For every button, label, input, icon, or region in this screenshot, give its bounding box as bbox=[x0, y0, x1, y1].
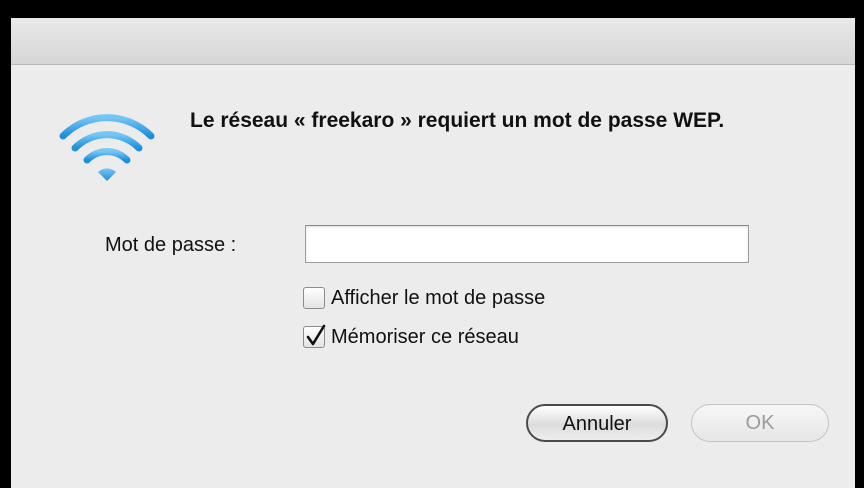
remember-network-label: Mémoriser ce réseau bbox=[331, 325, 519, 348]
ok-button[interactable]: OK bbox=[691, 404, 829, 442]
remember-network-checkbox[interactable] bbox=[303, 324, 326, 348]
remember-network-checkbox-row[interactable]: Mémoriser ce réseau bbox=[303, 323, 519, 351]
show-password-checkbox[interactable] bbox=[303, 287, 325, 309]
wifi-password-dialog: Le réseau « freekaro » requiert un mot d… bbox=[11, 18, 855, 488]
show-password-label: Afficher le mot de passe bbox=[331, 286, 546, 309]
dialog-message: Le réseau « freekaro » requiert un mot d… bbox=[190, 109, 725, 132]
cancel-button[interactable]: Annuler bbox=[526, 404, 668, 442]
wifi-icon bbox=[59, 114, 155, 181]
password-label: Mot de passe : bbox=[105, 234, 237, 256]
screen-frame: Le réseau « freekaro » requiert un mot d… bbox=[0, 0, 864, 488]
password-input[interactable] bbox=[305, 225, 749, 263]
window-titlebar[interactable] bbox=[11, 18, 855, 65]
show-password-checkbox-row[interactable]: Afficher le mot de passe bbox=[303, 284, 545, 312]
checkmark-icon bbox=[306, 324, 326, 346]
